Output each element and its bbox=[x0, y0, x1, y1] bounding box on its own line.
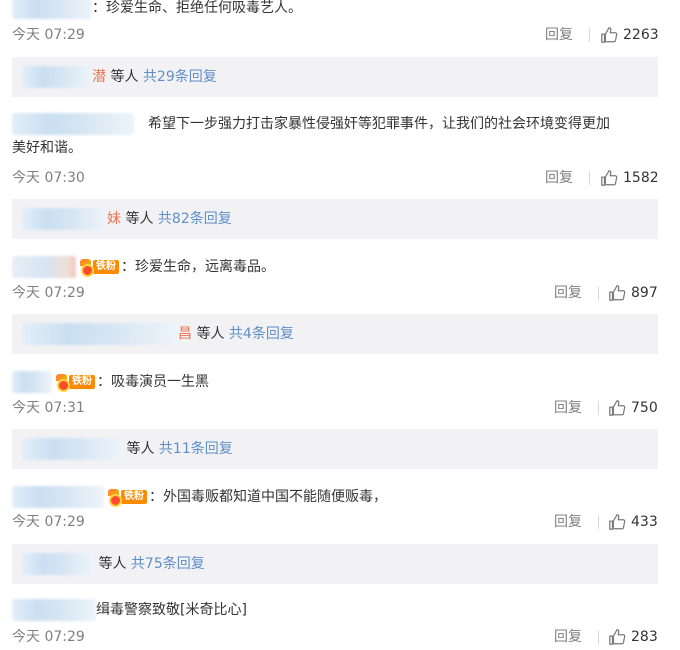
sub-reply-users[interactable] bbox=[22, 553, 94, 575]
comment-3-meta: 今天 07:29 回复 897 bbox=[12, 282, 658, 304]
like-button[interactable]: 283 bbox=[608, 626, 658, 648]
iron-fan-badge: 铁粉 bbox=[54, 374, 95, 392]
like-count: 1582 bbox=[623, 170, 659, 186]
comment-5-meta: 今天 07:29 回复 433 bbox=[12, 511, 658, 533]
divider bbox=[598, 401, 599, 415]
comment-time: 今天 07:30 bbox=[12, 170, 85, 186]
thumbs-up-icon bbox=[609, 285, 626, 301]
divider bbox=[589, 171, 590, 185]
sub-reply-total-link[interactable]: 共82条回复 bbox=[158, 211, 232, 227]
divider bbox=[598, 630, 599, 644]
comment-6-meta: 今天 07:29 回复 283 bbox=[12, 626, 658, 648]
sub-reply-user-tail[interactable]: 昌 bbox=[178, 326, 192, 342]
reply-button[interactable]: 回复 bbox=[545, 24, 573, 46]
comment-5-body: 铁粉 ：外国毒贩都知道中国不能随便贩毒， bbox=[12, 485, 666, 509]
comment-2-text-cont: 美好和谐。 bbox=[12, 140, 82, 156]
iron-fan-medal-icon bbox=[54, 374, 70, 392]
username-5[interactable] bbox=[12, 486, 104, 508]
username-1[interactable] bbox=[12, 0, 92, 19]
comment-2-meta: 今天 07:30 回复 1582 bbox=[12, 167, 659, 189]
sub-replies-5[interactable]: 等人 共75条回复 bbox=[12, 544, 658, 584]
sub-reply-users[interactable] bbox=[22, 66, 92, 88]
sub-reply-total-link[interactable]: 共11条回复 bbox=[159, 441, 233, 457]
sub-reply-suffix: 等人 bbox=[196, 326, 225, 342]
sub-reply-total-link[interactable]: 共75条回复 bbox=[131, 556, 205, 572]
sub-reply-users[interactable] bbox=[22, 323, 178, 345]
like-count: 433 bbox=[631, 514, 658, 530]
sub-reply-user-tail[interactable]: 妹 bbox=[107, 211, 121, 227]
iron-fan-badge: 铁粉 bbox=[78, 259, 119, 277]
sub-reply-users[interactable] bbox=[22, 438, 122, 460]
comment-4-text: ：吸毒演员一生黑 bbox=[97, 374, 209, 390]
badge-label: 铁粉 bbox=[93, 260, 119, 274]
sub-replies-3[interactable]: 昌 等人 共4条回复 bbox=[12, 314, 658, 354]
sub-reply-total-link[interactable]: 共29条回复 bbox=[143, 69, 217, 85]
like-count: 2263 bbox=[623, 27, 659, 43]
divider bbox=[589, 28, 590, 42]
thumbs-up-icon bbox=[609, 629, 626, 645]
like-count: 897 bbox=[631, 285, 658, 301]
comment-1-body: ：珍爱生命、拒绝任何吸毒艺人。 bbox=[12, 0, 666, 20]
comment-time: 今天 07:29 bbox=[12, 629, 85, 645]
comment-2-body: 希望下一步强力打击家暴性侵强奸等犯罪事件，让我们的社会环境变得更加 美好和谐。 bbox=[12, 112, 666, 160]
like-count: 750 bbox=[631, 400, 658, 416]
like-button[interactable]: 897 bbox=[608, 282, 658, 304]
badge-label: 铁粉 bbox=[69, 375, 95, 389]
comment-time: 今天 07:31 bbox=[12, 400, 85, 416]
reply-button[interactable]: 回复 bbox=[545, 167, 573, 189]
reply-button[interactable]: 回复 bbox=[554, 626, 582, 648]
reply-button[interactable]: 回复 bbox=[554, 511, 582, 533]
like-button[interactable]: 2263 bbox=[600, 24, 659, 46]
like-button[interactable]: 1582 bbox=[600, 167, 659, 189]
reply-button[interactable]: 回复 bbox=[554, 397, 582, 419]
username-6[interactable] bbox=[12, 599, 96, 621]
username-3[interactable] bbox=[12, 256, 76, 278]
sub-reply-user-tail[interactable]: 潜 bbox=[92, 69, 106, 85]
like-button[interactable]: 433 bbox=[608, 511, 658, 533]
comment-5-text: ：外国毒贩都知道中国不能随便贩毒， bbox=[149, 489, 387, 505]
comment-1-meta: 今天 07:29 回复 2263 bbox=[12, 24, 659, 46]
like-button[interactable]: 750 bbox=[608, 397, 658, 419]
sub-replies-1[interactable]: 潜 等人 共29条回复 bbox=[12, 57, 658, 97]
iron-fan-badge: 铁粉 bbox=[106, 489, 147, 507]
comment-time: 今天 07:29 bbox=[12, 27, 85, 43]
comment-time: 今天 07:29 bbox=[12, 285, 85, 301]
comment-6-text: 缉毒警察致敬[米奇比心] bbox=[96, 602, 247, 618]
like-count: 283 bbox=[631, 629, 658, 645]
comment-4-body: 铁粉 ：吸毒演员一生黑 bbox=[12, 370, 666, 394]
sub-replies-2[interactable]: 妹 等人 共82条回复 bbox=[12, 199, 658, 239]
divider bbox=[598, 515, 599, 529]
comment-1-text: ：珍爱生命、拒绝任何吸毒艺人。 bbox=[92, 0, 302, 16]
thumbs-up-icon bbox=[609, 514, 626, 530]
reply-button[interactable]: 回复 bbox=[554, 282, 582, 304]
sub-reply-suffix: 等人 bbox=[98, 556, 127, 572]
sub-reply-suffix: 等人 bbox=[125, 211, 154, 227]
comment-4-meta: 今天 07:31 回复 750 bbox=[12, 397, 658, 419]
sub-reply-users[interactable] bbox=[22, 208, 107, 230]
thumbs-up-icon bbox=[601, 170, 618, 186]
iron-fan-medal-icon bbox=[78, 259, 94, 277]
comment-3-body: 铁粉 ：珍爱生命，远离毒品。 bbox=[12, 255, 666, 279]
sub-replies-4[interactable]: 等人 共11条回复 bbox=[12, 429, 658, 469]
comment-time: 今天 07:29 bbox=[12, 514, 85, 530]
comment-3-text: ：珍爱生命，远离毒品。 bbox=[121, 259, 275, 275]
username-4[interactable] bbox=[12, 371, 52, 393]
thumbs-up-icon bbox=[609, 400, 626, 416]
sub-reply-total-link[interactable]: 共4条回复 bbox=[229, 326, 294, 342]
sub-reply-suffix: 等人 bbox=[110, 69, 139, 85]
sub-reply-suffix: 等人 bbox=[126, 441, 155, 457]
comment-6-body: 缉毒警察致敬[米奇比心] bbox=[12, 598, 666, 622]
badge-label: 铁粉 bbox=[121, 490, 147, 504]
comment-2-text: 希望下一步强力打击家暴性侵强奸等犯罪事件，让我们的社会环境变得更加 bbox=[148, 116, 610, 132]
iron-fan-medal-icon bbox=[106, 489, 122, 507]
thumbs-up-icon bbox=[601, 27, 618, 43]
divider bbox=[598, 286, 599, 300]
username-2[interactable] bbox=[12, 113, 134, 135]
